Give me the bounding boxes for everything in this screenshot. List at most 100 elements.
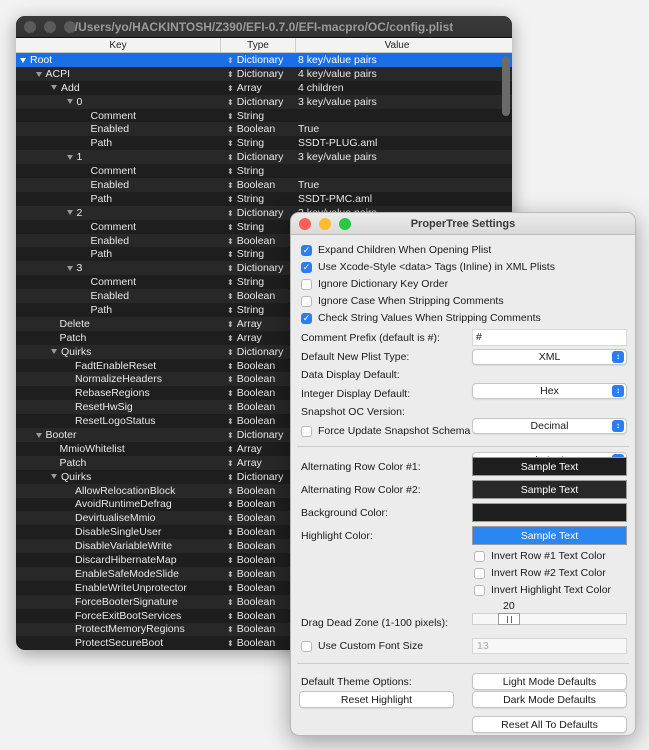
invert-highlight-checkbox[interactable]: Invert Highlight Text Color (474, 583, 611, 597)
force-update-snapshot-checkbox[interactable]: Force Update Snapshot Schema (301, 424, 470, 438)
row-type[interactable]: ⬍ Array (221, 457, 296, 469)
zoom-button[interactable] (64, 20, 76, 33)
disclosure-triangle-icon[interactable] (35, 71, 42, 77)
column-header-type[interactable]: Type (221, 38, 296, 52)
column-header-key[interactable]: Key (16, 38, 221, 52)
tree-row[interactable]: Comment ⬍ String (16, 164, 512, 178)
settings-close-button[interactable] (299, 217, 311, 230)
tree-row[interactable]: Comment ⬍ String (16, 109, 512, 123)
highlight-color-swatch[interactable]: Sample Text (472, 526, 627, 545)
data-display-select[interactable]: Hex ↕ (472, 383, 627, 399)
row-type[interactable]: ⬍ Boolean (221, 596, 296, 608)
column-header-value[interactable]: Value (296, 38, 498, 52)
tree-row[interactable]: 0 ⬍ Dictionary 3 key/value pairs (16, 94, 512, 109)
row-type[interactable]: ⬍ Dictionary (221, 68, 296, 80)
row-type[interactable]: ⬍ String (221, 137, 296, 149)
row-type[interactable]: ⬍ Boolean (221, 637, 296, 649)
row-type[interactable]: ⬍ Boolean (221, 554, 296, 566)
row-type[interactable]: ⬍ String (221, 165, 296, 177)
alt-row-2-color-swatch[interactable]: Sample Text (472, 480, 627, 499)
reset-all-defaults-button[interactable]: Reset All To Defaults (472, 716, 627, 733)
tree-row[interactable]: Path ⬍ String SSDT-PLUG.aml (16, 136, 512, 150)
dark-mode-defaults-button[interactable]: Dark Mode Defaults (472, 691, 627, 708)
row-value[interactable]: 8 key/value pairs (296, 54, 498, 66)
row-type[interactable]: ⬍ Boolean (221, 623, 296, 635)
default-plist-type-select[interactable]: XML ↕ (472, 349, 627, 365)
row-value[interactable]: SSDT-PMC.aml (296, 193, 498, 205)
row-type[interactable]: ⬍ Dictionary (221, 262, 296, 274)
row-type[interactable]: ⬍ Boolean (221, 401, 296, 413)
light-mode-defaults-button[interactable]: Light Mode Defaults (472, 673, 627, 690)
comment-prefix-input[interactable]: # (472, 329, 627, 346)
invert-row-2-checkbox[interactable]: Invert Row #2 Text Color (474, 566, 606, 580)
row-type[interactable]: ⬍ Boolean (221, 373, 296, 385)
tree-row[interactable]: Add ⬍ Array 4 children (16, 81, 512, 95)
row-type[interactable]: ⬍ Dictionary (221, 346, 296, 358)
checkbox-box[interactable]: ✓ (301, 261, 312, 273)
disclosure-triangle-icon[interactable] (51, 85, 57, 91)
disclosure-triangle-icon[interactable] (66, 210, 73, 216)
tree-row[interactable]: ACPI ⬍ Dictionary 4 key/value pairs (16, 66, 512, 81)
row-type[interactable]: ⬍ String (221, 110, 296, 122)
row-type[interactable]: ⬍ Dictionary (221, 207, 296, 219)
row-type[interactable]: ⬍ Boolean (221, 415, 296, 427)
settings-minimize-button[interactable] (319, 217, 331, 230)
row-type[interactable]: ⬍ Array (221, 443, 296, 455)
tree-row[interactable]: Path ⬍ String SSDT-PMC.aml (16, 192, 512, 206)
vertical-scrollbar[interactable] (502, 56, 510, 116)
row-value[interactable]: 3 key/value pairs (296, 96, 498, 108)
row-type[interactable]: ⬍ Boolean (221, 387, 296, 399)
settings-zoom-button[interactable] (339, 217, 351, 230)
disclosure-triangle-icon[interactable] (51, 474, 57, 480)
tree-row[interactable]: Root ⬍ Dictionary 8 key/value pairs (16, 53, 512, 67)
row-value[interactable]: 4 key/value pairs (296, 68, 498, 80)
custom-font-size-input[interactable]: 13 (472, 638, 627, 654)
disclosure-triangle-icon[interactable] (51, 349, 57, 355)
row-type[interactable]: ⬍ Array (221, 82, 296, 94)
row-type[interactable]: ⬍ Boolean (221, 498, 296, 510)
row-type[interactable]: ⬍ Boolean (221, 123, 296, 135)
row-type[interactable]: ⬍ Boolean (221, 179, 296, 191)
checkbox-box[interactable]: ✓ (301, 244, 312, 256)
row-value[interactable]: SSDT-PLUG.aml (296, 137, 498, 149)
row-type[interactable]: ⬍ String (221, 221, 296, 233)
xcode-style-data-checkbox[interactable]: ✓ Use Xcode-Style <data> Tags (Inline) i… (301, 260, 555, 274)
disclosure-triangle-icon[interactable] (66, 99, 73, 105)
row-type[interactable]: ⬍ String (221, 248, 296, 260)
plist-window-titlebar[interactable]: /Users/yo/HACKINTOSH/Z390/EFI-0.7.0/EFI-… (16, 16, 512, 38)
row-type[interactable]: ⬍ Array (221, 318, 296, 330)
ignore-case-checkbox[interactable]: Ignore Case When Stripping Comments (301, 294, 504, 308)
checkbox-box[interactable] (301, 295, 312, 307)
checkbox-box[interactable]: ✓ (301, 312, 312, 324)
row-type[interactable]: ⬍ Boolean (221, 290, 296, 302)
disclosure-triangle-icon[interactable] (35, 432, 42, 438)
row-type[interactable]: ⬍ String (221, 276, 296, 288)
row-type[interactable]: ⬍ Dictionary (221, 54, 296, 66)
settings-titlebar[interactable]: ProperTree Settings (291, 213, 635, 235)
checkbox-box[interactable] (474, 584, 485, 596)
disclosure-triangle-icon[interactable] (66, 266, 73, 272)
alt-row-1-color-swatch[interactable]: Sample Text (472, 457, 627, 476)
checkbox-box[interactable] (301, 640, 312, 652)
checkbox-box[interactable] (474, 567, 485, 579)
disclosure-triangle-icon[interactable] (20, 57, 26, 63)
custom-font-size-checkbox[interactable]: Use Custom Font Size (301, 639, 423, 653)
row-value[interactable]: True (296, 123, 498, 135)
row-type[interactable]: ⬍ Boolean (221, 512, 296, 524)
checkbox-box[interactable] (301, 425, 312, 437)
ignore-key-order-checkbox[interactable]: Ignore Dictionary Key Order (301, 277, 448, 291)
tree-row[interactable]: Enabled ⬍ Boolean True (16, 122, 512, 137)
row-type[interactable]: ⬍ Dictionary (221, 429, 296, 441)
row-value[interactable]: 4 children (296, 82, 498, 94)
row-value[interactable]: 3 key/value pairs (296, 151, 498, 163)
background-color-swatch[interactable] (472, 503, 627, 522)
row-type[interactable]: ⬍ Boolean (221, 485, 296, 497)
close-button[interactable] (24, 20, 36, 33)
check-string-values-checkbox[interactable]: ✓ Check String Values When Stripping Com… (301, 311, 541, 325)
row-type[interactable]: ⬍ Boolean (221, 582, 296, 594)
invert-row-1-checkbox[interactable]: Invert Row #1 Text Color (474, 549, 606, 563)
disclosure-triangle-icon[interactable] (66, 154, 73, 160)
row-type[interactable]: ⬍ Boolean (221, 540, 296, 552)
row-type[interactable]: ⬍ Boolean (221, 360, 296, 372)
row-type[interactable]: ⬍ Boolean (221, 568, 296, 580)
